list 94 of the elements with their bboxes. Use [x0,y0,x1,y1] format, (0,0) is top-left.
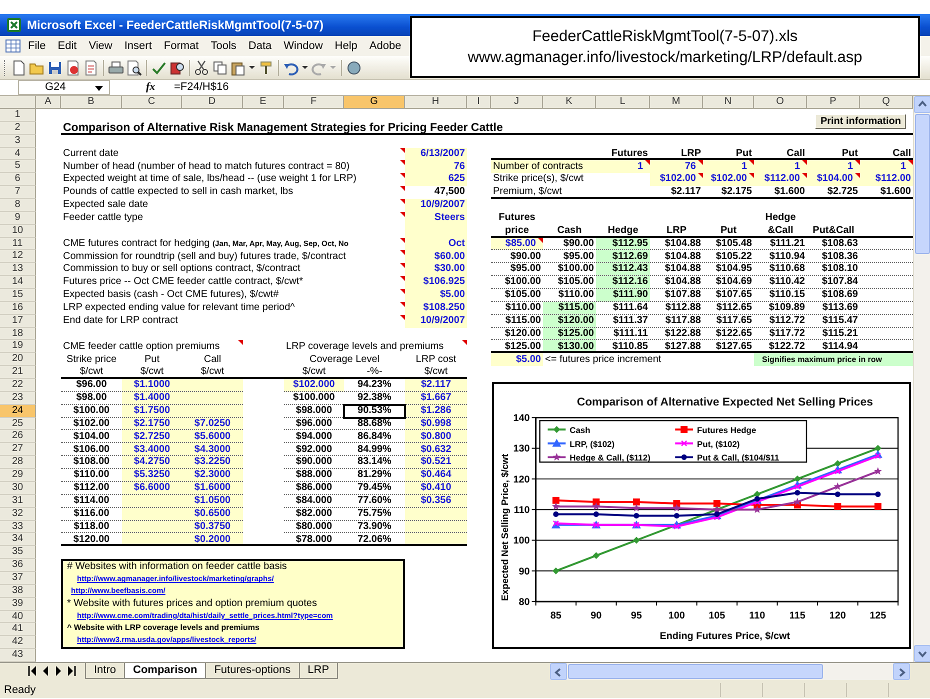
legend-label: Put & Call, ($104/$11 [697,452,780,463]
table-cell-text: 76 [452,162,466,172]
window-title: Microsoft Excel - FeederCattleRiskMgmtTool(7-5-07) [27,17,324,34]
axis-label: 115 [789,610,806,622]
caption-text: www.agmanager.info/livestock/marketing/LRP/default.asp [466,48,864,68]
table-cell-text: 1 [793,162,801,172]
axis-label: 100 [668,610,685,622]
table-cell-text: Call [786,148,806,160]
table-cell-text: Hedge [764,213,797,224]
axis-label: 100 [513,536,530,547]
legend-label: LRP, ($102) [570,438,615,449]
table-cell-text: 81.29% [356,470,392,481]
axis-label: 105 [708,610,726,622]
table-cell-text: LRP [680,148,702,160]
table-cell-text: Pounds of cattle expected to sell in cash market, lbs [62,187,294,198]
table-cell-text: 1 [846,162,854,172]
table-cell-text: Call [202,354,222,365]
table-cell-text: Put [734,148,753,160]
table-cell-text: Put&Call [812,226,856,236]
table-cell-text: 10/9/2007 [420,316,466,326]
legend-label: Hedge & Call, ($112) [570,452,650,463]
table-cell-text: Steers [433,213,466,224]
axis-label: 80 [518,597,530,608]
table-cell-text: 47,500 [433,187,466,198]
table-cell-text: Cash [556,226,583,236]
table-cell-text: 72.06% [356,534,392,546]
axis-label: 110 [514,505,530,516]
axis-label: 90 [590,610,602,622]
table-cell-text: End date for LRP contract [62,316,179,326]
table-cell-text: 88.68% [356,418,392,430]
axis-label: 110 [749,610,766,622]
table-cell-text: Signifies maximum price in row [761,354,884,365]
axis-label: 85 [550,610,562,622]
table-cell-text: 83.14% [356,457,392,468]
table-cell-text: 1 [740,162,748,172]
legend-label: Put, ($102) [697,438,740,449]
table-cell-text: 75.75% [356,508,392,520]
table-cell-text: 79.45% [356,483,392,494]
axis-label: 120 [513,474,530,486]
table-cell-text: 10/9/2007 [420,200,466,211]
table-cell-text: CME feeder cattle option premiums [62,342,221,352]
table-cell-text: LRP [666,226,688,236]
table-cell-text: Current date [62,148,120,160]
table-cell-text: 94.23% [356,380,392,391]
table-cell-text: LRP cost [414,354,458,365]
legend-label: Futures Hedge [697,425,756,435]
table-cell-text: 86.84% [356,432,392,442]
note-text: ^ Website with LRP coverage levels and premiums [67,622,260,634]
table-cell-text: Number of contracts [492,162,584,172]
table-cell-text: Coverage Level [308,354,381,365]
table-cell-text: Oct [447,238,466,250]
table-cell-text: Hedge [606,226,640,236]
table-cell-text: 90.53% [356,406,392,416]
table-cell-text: 625 [447,174,466,185]
table-cell-text: Futures [610,148,649,160]
axis-label: 95 [630,610,642,622]
table-cell-text: Number of head (number of head to match futures contract = 80) [62,162,351,172]
sheet-title: Comparison of Alternative Risk Management Strategies for Pricing Feeder Cattle [62,122,504,135]
axis-title: Ending Futures Price, $/cwt [660,631,790,642]
table-cell-text: 84.99% [356,444,392,456]
table-cell-text: LRP coverage levels and premiums [285,342,445,352]
table-cell-text: LRP expected ending value for relevant time period^ [62,303,296,314]
table-cell-text: Put [719,226,738,236]
table-cell-text: <= futures price increment [544,354,662,365]
status-text: Ready [4,682,36,698]
table-cell-text: 1 [636,162,644,172]
note-text: # Websites with information on feeder cattle basis [67,561,287,574]
axis-label: 140 [513,413,530,424]
table-cell-text: Call [892,148,912,160]
table-cell-text: Put [143,354,160,365]
table-cell-text: Feeder cattle type [62,213,144,224]
axis-label: 130 [513,444,530,455]
table-cell-text: Put [840,148,859,160]
table-cell-text: 73.90% [356,522,392,532]
axis-label: 90 [518,566,530,578]
table-cell-text: Strike price [65,354,118,365]
table-cell-text: 6/13/2007 [420,148,466,160]
axis-label: 120 [829,610,846,622]
table-cell-text: -%- [366,367,384,378]
note-text: * Website with futures prices and option premium quotes [67,598,317,610]
table-cell-text: &Call [766,226,794,236]
table-cell-text: Futures [498,213,536,224]
legend-label: Cash [570,425,590,435]
table-cell-text: Expected sale date [62,200,150,211]
chart-title: Comparison of Alternative Expected Net Selling Prices [576,396,873,409]
table-cell-text: 92.38% [356,393,392,404]
caption-text: FeederCattleRiskMgmtTool(7-5-07).xls [531,27,799,47]
axis-label: 125 [870,610,886,622]
axis-title: Expected Net Selling Price, $/cwt [498,454,510,601]
table-cell-text: Expected weight at time of sale, lbs/head -- (use weight 1 for LRP) [62,174,358,185]
table-cell-text: 77.60% [356,496,392,506]
table-cell-text: 1 [899,162,907,172]
table-cell-text: 76 [684,162,697,172]
table-cell-text: price [504,226,530,236]
